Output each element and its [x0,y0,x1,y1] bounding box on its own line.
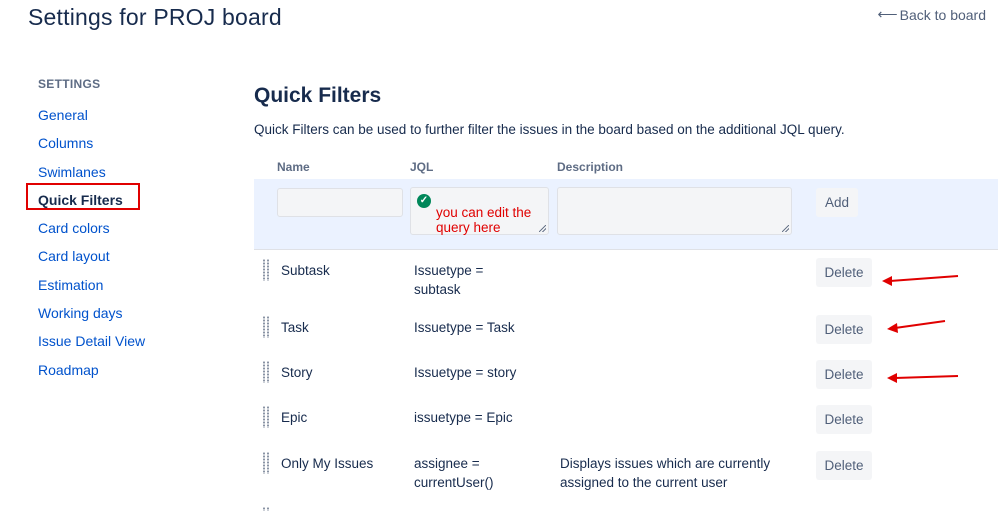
sidebar-heading: SETTINGS [38,77,101,91]
add-filter-row: ✓ you can edit the query here Add [254,179,998,249]
add-row-divider [254,249,998,250]
drag-handle-icon[interactable] [262,361,270,383]
sidebar-item-working-days[interactable]: Working days [26,299,226,327]
sidebar-item-columns[interactable]: Columns [26,129,226,157]
quick-filters-section: Quick Filters Quick Filters can be used … [254,84,998,137]
sidebar-item-estimation[interactable]: Estimation [26,271,226,299]
sidebar-item-issue-detail-view[interactable]: Issue Detail View [26,327,226,355]
filter-jql-line1: Issuetype = Task [414,320,515,335]
filter-jql-line1: issuetype = Epic [414,410,513,425]
drag-handle-icon[interactable] [262,452,270,474]
description-input[interactable] [557,187,792,235]
jql-annotation-text: you can edit the query here [436,205,532,235]
resize-handle-icon[interactable] [539,225,546,232]
drag-handle-icon[interactable] [262,259,270,281]
sidebar-item-card-colors[interactable]: Card colors [26,214,226,242]
name-input[interactable] [277,188,403,217]
filter-jql-line2: subtask [414,282,461,297]
filter-description-line1: Displays issues which are currently [560,456,771,471]
settings-sidebar: SETTINGS General Columns Swimlanes Quick… [26,72,226,384]
sidebar-item-swimlanes[interactable]: Swimlanes [26,158,226,186]
column-header-jql: JQL [410,160,434,174]
filter-name: Task [281,320,309,335]
valid-check-icon: ✓ [417,194,431,208]
delete-button[interactable]: Delete [816,315,872,344]
annotation-arrow-story [887,373,959,383]
filter-description-line2: assigned to the current user [560,475,728,490]
filter-name: Only My Issues [281,456,374,471]
filter-jql-line1: Issuetype = [414,263,484,278]
sidebar-item-card-layout[interactable]: Card layout [26,242,226,270]
section-description: Quick Filters can be used to further fil… [254,122,845,137]
filter-jql-line1: assignee = [414,456,480,471]
filter-name: Epic [281,410,308,425]
back-to-board-link[interactable]: ⟵ Back to board [878,6,986,23]
delete-button[interactable]: Delete [816,451,872,480]
jql-input[interactable]: ✓ you can edit the query here [410,187,549,235]
filter-name: Subtask [281,263,330,278]
delete-button[interactable]: Delete [816,405,872,434]
column-header-description: Description [557,160,624,174]
page-title: Settings for PROJ board [28,4,282,30]
arrow-left-icon: ⟵ [877,6,898,22]
column-header-name: Name [277,160,310,174]
annotation-arrow-subtask [882,275,959,286]
drag-handle-icon[interactable] [262,507,270,511]
drag-handle-icon[interactable] [262,316,270,338]
delete-button[interactable]: Delete [816,258,872,287]
drag-handle-icon[interactable] [262,406,270,428]
delete-button[interactable]: Delete [816,360,872,389]
section-title: Quick Filters [254,84,382,107]
sidebar-item-roadmap[interactable]: Roadmap [26,356,226,384]
back-to-board-label: Back to board [899,6,986,23]
filter-jql-line1: Issuetype = story [414,365,517,380]
filter-jql-line2: currentUser() [414,475,494,490]
active-item-highlight-box [26,183,140,210]
annotation-arrow-task [887,320,946,333]
filter-name: Story [281,365,313,380]
sidebar-item-general[interactable]: General [26,101,226,129]
add-button[interactable]: Add [816,188,858,217]
resize-handle-icon[interactable] [782,225,789,232]
